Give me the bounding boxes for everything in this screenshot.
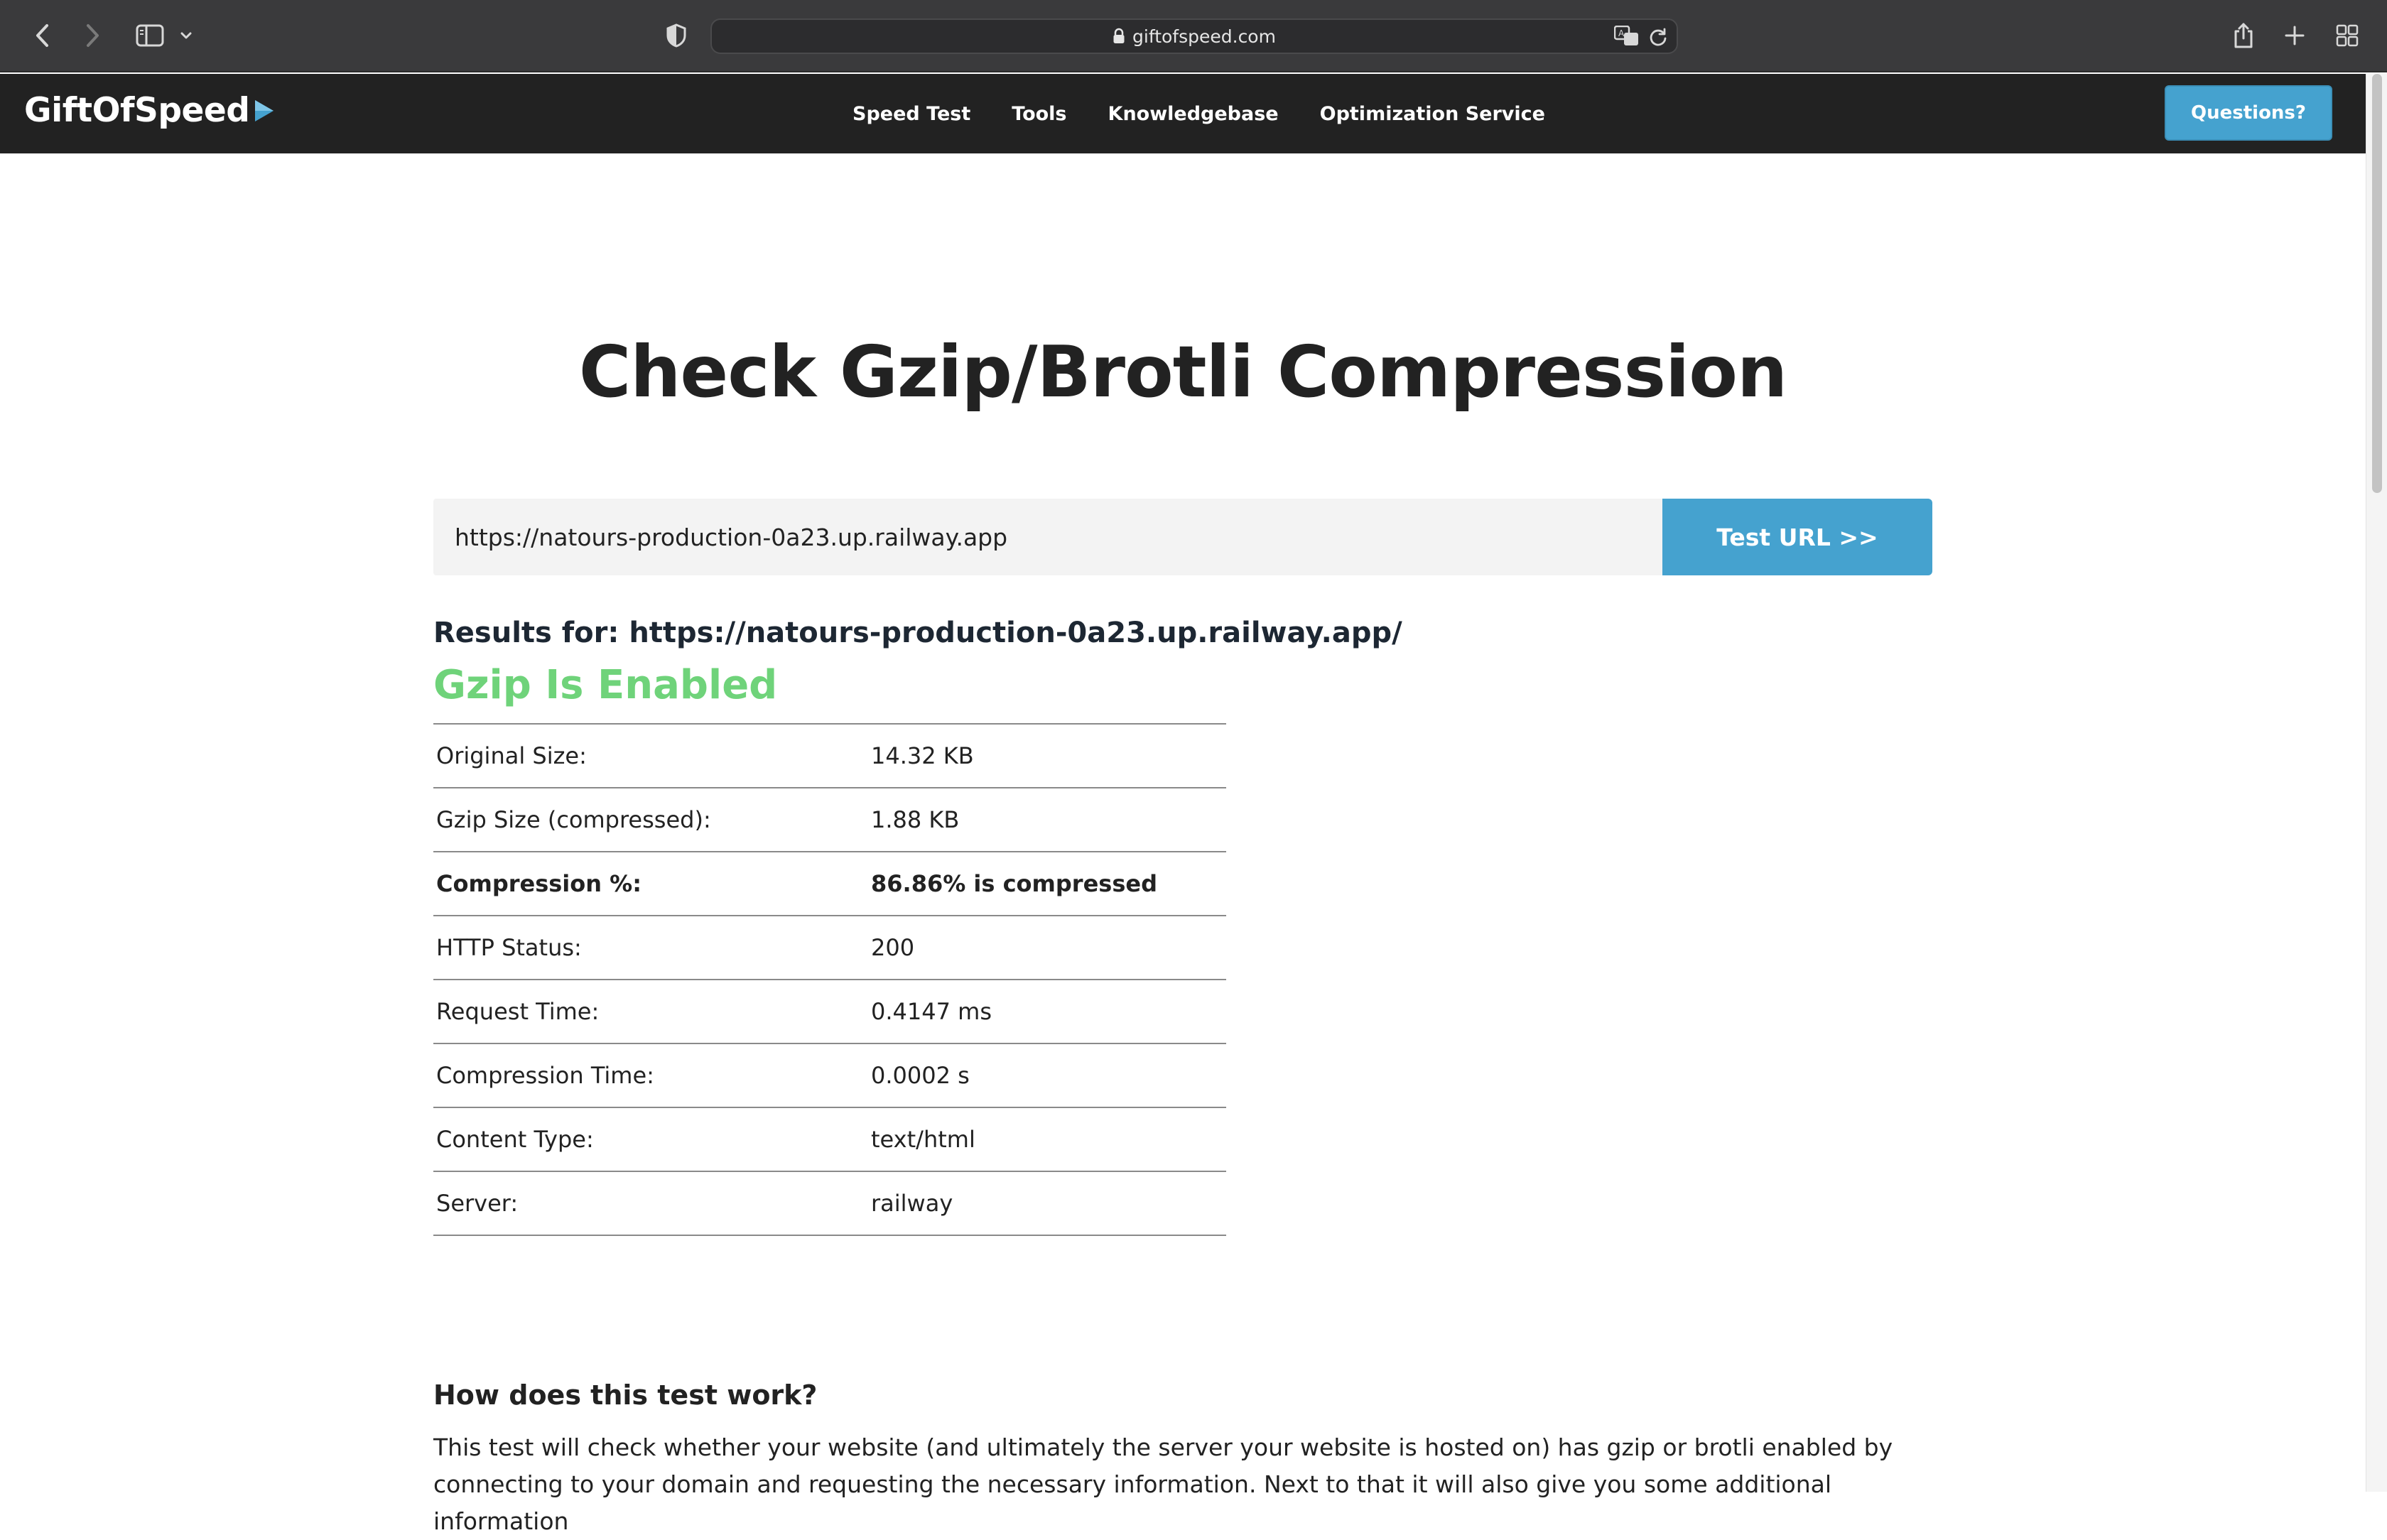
- row-label: Original Size:: [436, 742, 587, 769]
- row-label: Gzip Size (compressed):: [436, 806, 711, 833]
- row-label: Compression %:: [436, 870, 642, 897]
- scrollbar-thumb[interactable]: [2372, 74, 2382, 493]
- row-label: Content Type:: [436, 1126, 594, 1153]
- row-label: Compression Time:: [436, 1062, 654, 1089]
- browser-toolbar: giftofspeed.com A: [0, 0, 2387, 72]
- site-header: GiftOfSpeed Speed Test Tools Knowledgeba…: [0, 74, 2366, 153]
- logo-arrow-icon: [254, 99, 275, 123]
- gzip-status: Gzip Is Enabled: [433, 662, 778, 708]
- address-text: giftofspeed.com: [1132, 26, 1276, 47]
- reload-icon[interactable]: [1648, 27, 1668, 50]
- back-button[interactable]: [26, 18, 60, 53]
- nav-speed-test[interactable]: Speed Test: [852, 103, 970, 125]
- row-label: Request Time:: [436, 998, 600, 1025]
- questions-button[interactable]: Questions?: [2165, 85, 2332, 141]
- chevron-right-icon: [87, 24, 99, 47]
- page-title: Check Gzip/Brotli Compression: [578, 330, 1787, 413]
- svg-text:A: A: [1618, 28, 1625, 38]
- how-it-works-heading: How does this test work?: [433, 1379, 818, 1411]
- row-value: 200: [871, 934, 915, 961]
- share-icon: [2234, 23, 2253, 48]
- table-row: Request Time: 0.4147 ms: [433, 980, 1226, 1043]
- row-value: 86.86% is compressed: [871, 870, 1157, 897]
- chevron-down-icon: [180, 32, 192, 39]
- main-nav: Speed Test Tools Knowledgebase Optimizat…: [852, 74, 1586, 153]
- page-scrollbar[interactable]: [2366, 74, 2387, 1492]
- test-url-button[interactable]: Test URL >>: [1662, 499, 1932, 575]
- results-table: Original Size: 14.32 KB Gzip Size (compr…: [433, 723, 1226, 1236]
- plus-icon: [2285, 26, 2305, 45]
- new-tab-button[interactable]: [2278, 18, 2312, 53]
- table-row: Compression %: 86.86% is compressed: [433, 852, 1226, 916]
- privacy-report-button[interactable]: [659, 18, 693, 53]
- results-heading: Results for: https://natours-production-…: [433, 617, 1402, 649]
- row-value: 0.0002 s: [871, 1062, 970, 1089]
- lock-icon: [1113, 28, 1125, 45]
- forward-button[interactable]: [75, 18, 109, 53]
- nav-knowledgebase[interactable]: Knowledgebase: [1108, 103, 1279, 125]
- address-display: giftofspeed.com: [712, 20, 1677, 53]
- url-input[interactable]: [433, 499, 1662, 575]
- row-value: railway: [871, 1190, 953, 1217]
- translate-icon[interactable]: A: [1613, 25, 1640, 50]
- sidebar-icon: [136, 24, 164, 47]
- privacy-shield-icon: [666, 23, 686, 48]
- table-row: Compression Time: 0.0002 s: [433, 1043, 1226, 1107]
- sidebar-toggle-button[interactable]: [132, 18, 168, 53]
- nav-tools[interactable]: Tools: [1012, 103, 1066, 125]
- share-button[interactable]: [2226, 18, 2261, 53]
- nav-optimization-service[interactable]: Optimization Service: [1320, 103, 1545, 125]
- address-bar[interactable]: giftofspeed.com A: [710, 18, 1678, 54]
- site-logo[interactable]: GiftOfSpeed: [24, 91, 275, 130]
- tab-overview-button[interactable]: [2330, 18, 2364, 53]
- chevron-left-icon: [36, 24, 48, 47]
- sidebar-menu-button[interactable]: [176, 18, 196, 53]
- row-label: Server:: [436, 1190, 519, 1217]
- how-it-works-text: This test will check whether your websit…: [433, 1433, 1893, 1535]
- logo-text: GiftOfSpeed: [24, 91, 250, 130]
- table-row: Gzip Size (compressed): 1.88 KB: [433, 788, 1226, 852]
- tab-overview-icon: [2336, 24, 2359, 47]
- table-row: HTTP Status: 200: [433, 916, 1226, 980]
- row-value: 0.4147 ms: [871, 998, 992, 1025]
- table-row: Server: railway: [433, 1171, 1226, 1235]
- table-row: Content Type: text/html: [433, 1107, 1226, 1171]
- row-value: text/html: [871, 1126, 975, 1153]
- row-value: 1.88 KB: [871, 806, 960, 833]
- table-row: Original Size: 14.32 KB: [433, 724, 1226, 788]
- row-value: 14.32 KB: [871, 742, 974, 769]
- row-label: HTTP Status:: [436, 934, 582, 961]
